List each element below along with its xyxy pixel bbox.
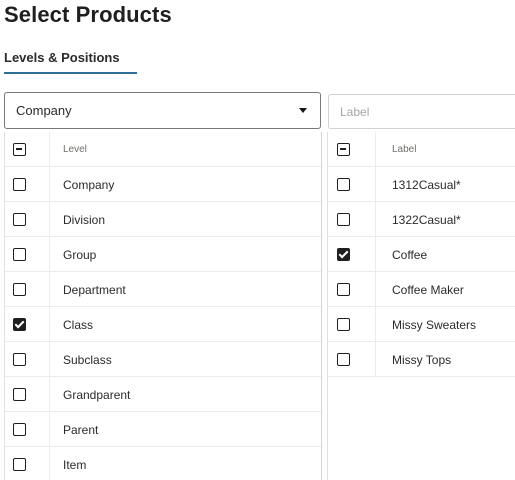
active-tab-indicator: [4, 72, 137, 74]
level-select-value: Company: [16, 103, 72, 118]
label-checkbox[interactable]: [337, 318, 350, 331]
level-row[interactable]: Grandparent: [5, 377, 321, 412]
level-table: Level Company Division Group Department …: [4, 132, 322, 480]
checkbox-cell: [328, 307, 376, 342]
level-label: Group: [63, 248, 97, 262]
level-checkbox[interactable]: [13, 248, 26, 261]
level-checkbox[interactable]: [13, 213, 26, 226]
level-row[interactable]: Class: [5, 307, 321, 342]
checkbox-cell: [5, 447, 50, 480]
select-all-cell: [328, 132, 376, 167]
label-text: 1312Casual*: [392, 178, 461, 192]
level-row[interactable]: Parent: [5, 412, 321, 447]
level-row[interactable]: Division: [5, 202, 321, 237]
level-checkbox[interactable]: [13, 423, 26, 436]
level-column-header: Level: [63, 144, 87, 155]
checkbox-cell: [5, 237, 50, 272]
label-table-header: Label: [328, 132, 515, 167]
level-select[interactable]: Company: [4, 92, 321, 129]
label-row[interactable]: Coffee Maker: [328, 272, 515, 307]
label-text: Coffee: [392, 248, 428, 262]
level-label: Subclass: [63, 353, 112, 367]
select-all-labels-checkbox[interactable]: [337, 143, 350, 156]
checkbox-cell: [5, 412, 50, 447]
level-label: Parent: [63, 423, 99, 437]
level-checkbox[interactable]: [13, 353, 26, 366]
level-row[interactable]: Group: [5, 237, 321, 272]
label-checkbox[interactable]: [337, 248, 350, 261]
level-label: Item: [63, 458, 87, 472]
level-row[interactable]: Company: [5, 167, 321, 202]
label-checkbox[interactable]: [337, 178, 350, 191]
label-text: Coffee Maker: [392, 283, 464, 297]
label-text: Missy Sweaters: [392, 318, 477, 332]
label-column-header: Label: [392, 144, 417, 155]
label-text: Missy Tops: [392, 353, 452, 367]
label-filter-input[interactable]: Label: [328, 94, 515, 129]
label-row[interactable]: 1312Casual*: [328, 167, 515, 202]
label-filter-placeholder: Label: [340, 105, 370, 119]
label-table: Label 1312Casual* 1322Casual* Coffee Cof…: [327, 132, 515, 480]
label-row[interactable]: Missy Sweaters: [328, 307, 515, 342]
checkbox-cell: [328, 202, 376, 237]
level-label: Company: [63, 178, 115, 192]
checkbox-cell: [5, 202, 50, 237]
level-table-header: Level: [5, 132, 321, 167]
label-row[interactable]: Coffee: [328, 237, 515, 272]
level-label: Division: [63, 213, 106, 227]
label-row[interactable]: 1322Casual*: [328, 202, 515, 237]
level-checkbox[interactable]: [13, 283, 26, 296]
level-row[interactable]: Department: [5, 272, 321, 307]
checkbox-cell: [328, 272, 376, 307]
select-all-cell: [5, 132, 50, 167]
tab-levels-positions[interactable]: Levels & Positions: [4, 50, 120, 65]
level-checkbox[interactable]: [13, 458, 26, 471]
checkbox-cell: [5, 167, 50, 202]
checkbox-cell: [5, 307, 50, 342]
checkbox-cell: [328, 167, 376, 202]
level-label: Class: [63, 318, 94, 332]
label-checkbox[interactable]: [337, 213, 350, 226]
label-text: 1322Casual*: [392, 213, 461, 227]
label-checkbox[interactable]: [337, 283, 350, 296]
checkbox-cell: [5, 377, 50, 412]
checkbox-cell: [328, 342, 376, 377]
level-label: Department: [63, 283, 126, 297]
level-row[interactable]: Item: [5, 447, 321, 480]
level-checkbox[interactable]: [13, 388, 26, 401]
level-label: Grandparent: [63, 388, 131, 402]
level-checkbox[interactable]: [13, 318, 26, 331]
checkbox-cell: [5, 272, 50, 307]
level-checkbox[interactable]: [13, 178, 26, 191]
label-row[interactable]: Missy Tops: [328, 342, 515, 377]
checkbox-cell: [5, 342, 50, 377]
checkbox-cell: [328, 237, 376, 272]
level-row[interactable]: Subclass: [5, 342, 321, 377]
label-checkbox[interactable]: [337, 353, 350, 366]
select-all-levels-checkbox[interactable]: [13, 143, 26, 156]
caret-down-icon: [299, 108, 307, 113]
page-title: Select Products: [4, 2, 172, 27]
